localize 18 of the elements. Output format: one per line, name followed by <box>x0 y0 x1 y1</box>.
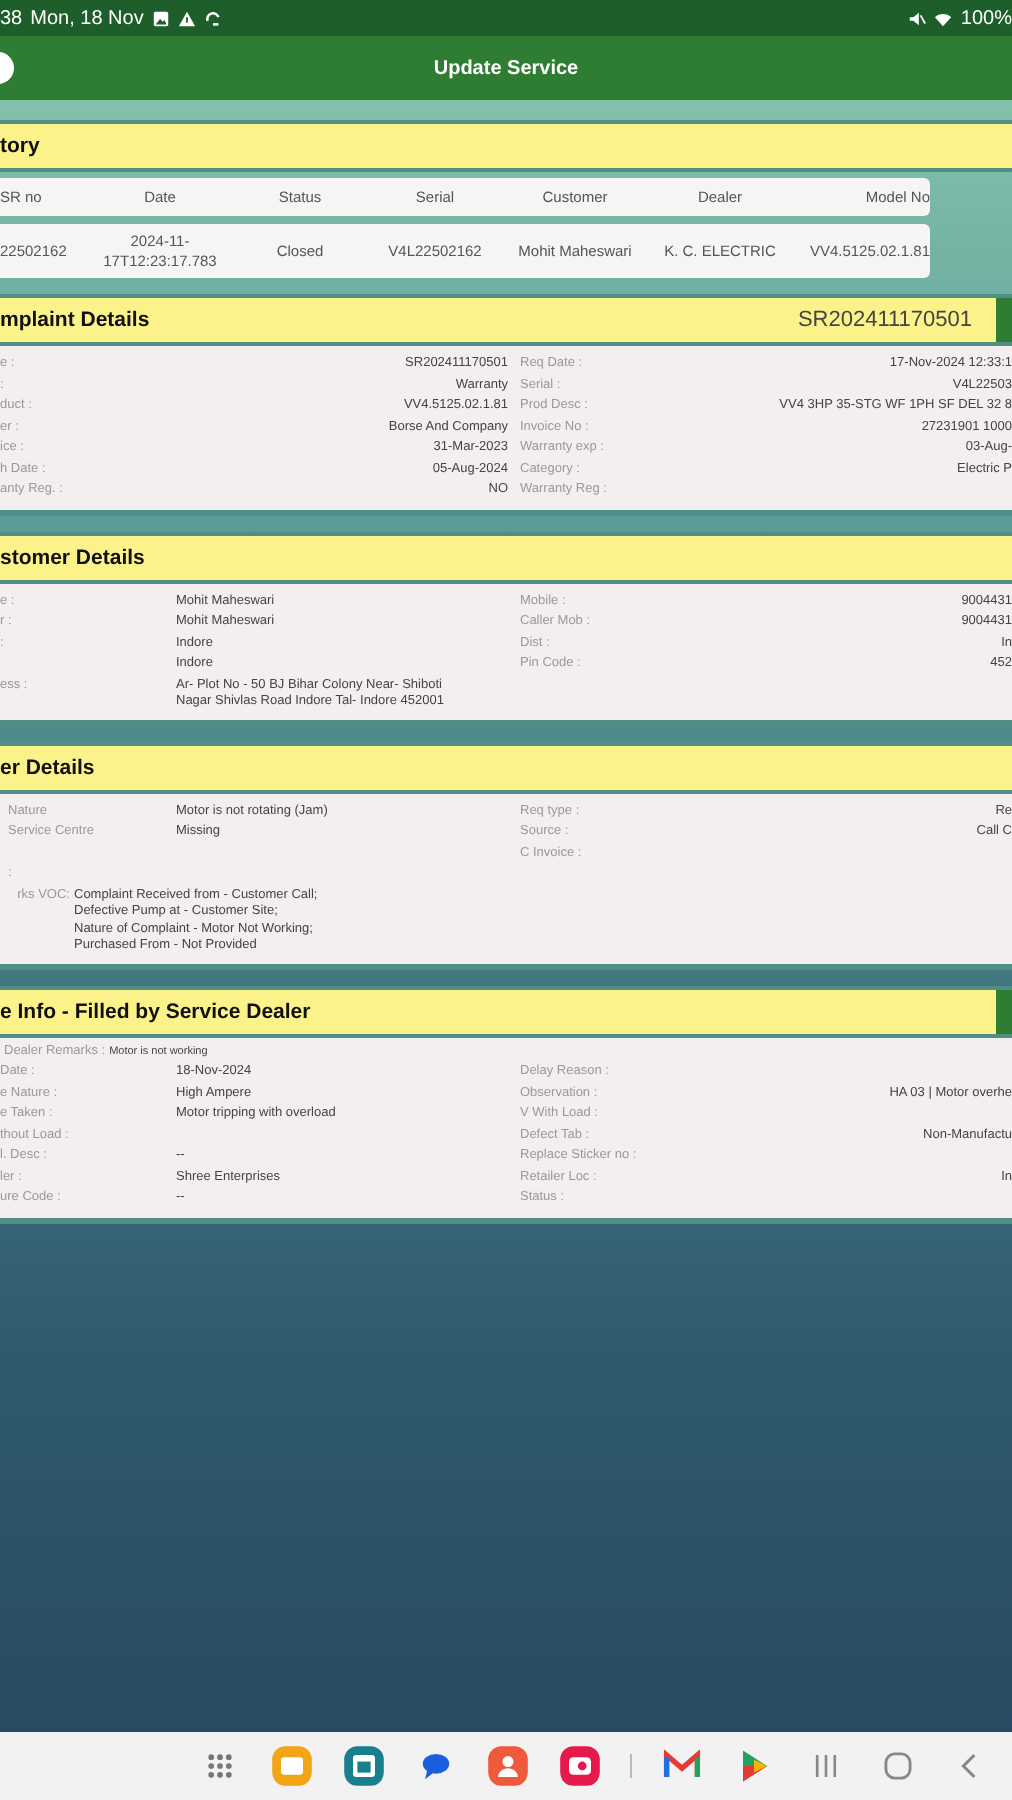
image-icon <box>151 9 170 27</box>
sr-number: SR202411170501 <box>797 308 972 332</box>
section-title: e Info - Filled by Service Dealer <box>0 999 311 1023</box>
section-title: er Details <box>0 755 95 779</box>
section-title: stomer Details <box>0 545 145 569</box>
status-time: 38 <box>0 7 23 29</box>
calendar-icon[interactable] <box>342 1744 386 1788</box>
contacts-icon[interactable] <box>486 1744 530 1788</box>
camera-icon[interactable] <box>558 1744 602 1788</box>
wifi-icon <box>934 9 953 27</box>
warning-icon <box>177 9 196 27</box>
status-date: Mon, 18 Nov <box>30 7 144 29</box>
section-title: mplaint Details <box>0 308 150 332</box>
folder-icon[interactable] <box>270 1744 314 1788</box>
screen-title: Update Service <box>433 57 579 79</box>
battery-percent: 100% <box>960 7 1012 29</box>
mute-icon <box>908 9 927 27</box>
section-title: tory <box>0 134 40 158</box>
